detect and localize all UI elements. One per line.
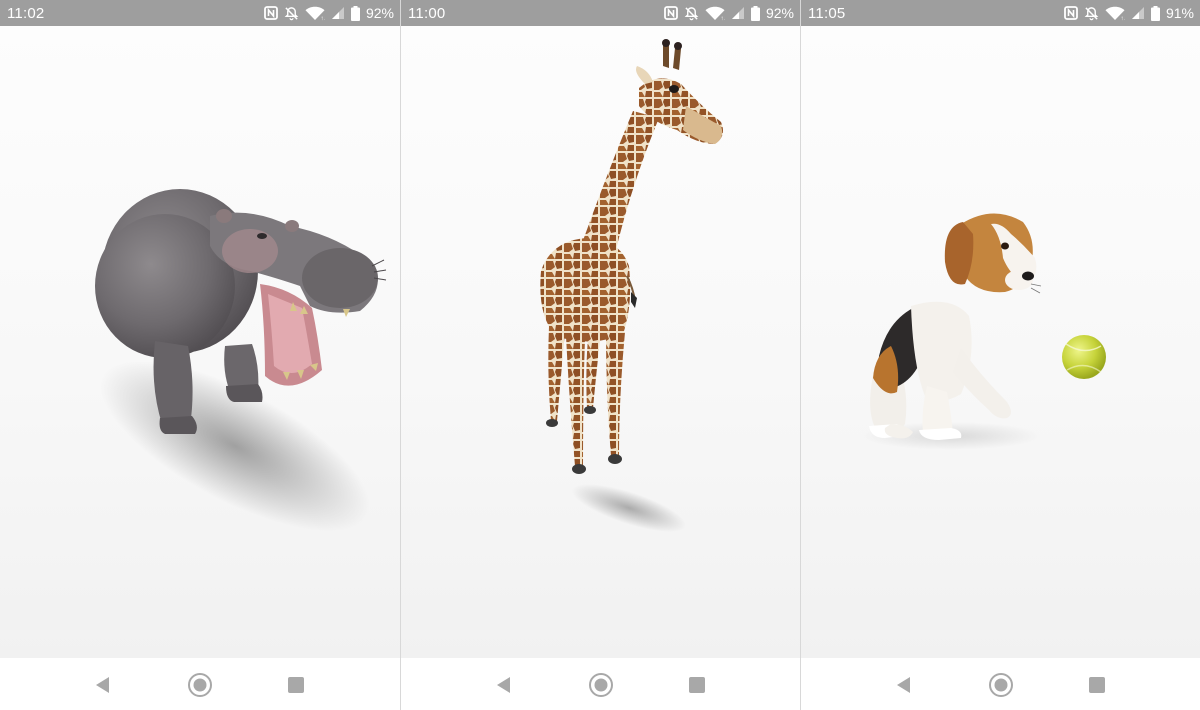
svg-text:↑↓: ↑↓	[1120, 16, 1125, 21]
nfc-icon	[264, 6, 278, 20]
navigation-bar	[401, 658, 800, 710]
three-phone-screens: 11:02 ↑↓ 92% 11:00 ↑ 92% 11:05 ↑ 91%	[0, 0, 1200, 710]
back-icon[interactable]	[891, 672, 917, 698]
notifications-off-icon	[1084, 6, 1099, 21]
recents-icon[interactable]	[684, 672, 710, 698]
battery-percentage: 92%	[765, 5, 794, 21]
signal-icon	[331, 6, 345, 20]
tennis-ball[interactable]	[1062, 335, 1106, 379]
nfc-icon	[664, 6, 678, 20]
status-time: 11:02	[7, 4, 45, 22]
hippo-model[interactable]	[0, 26, 400, 658]
status-time: 11:00	[408, 4, 446, 22]
battery-icon	[1150, 5, 1160, 21]
notifications-off-icon	[284, 6, 299, 21]
wifi-icon: ↑↓	[305, 6, 325, 21]
recents-icon[interactable]	[283, 672, 309, 698]
notifications-off-icon	[684, 6, 699, 21]
giraffe-model[interactable]	[401, 26, 800, 658]
nfc-icon	[1064, 6, 1078, 20]
battery-icon	[750, 5, 760, 21]
status-bar: 11:05 ↑↓ 91%	[801, 0, 1200, 26]
beagle-model[interactable]	[801, 26, 1200, 658]
svg-text:↑↓: ↑↓	[720, 16, 725, 21]
home-icon[interactable]	[588, 672, 614, 698]
status-icons: ↑↓ 92%	[264, 5, 394, 21]
back-icon[interactable]	[491, 672, 517, 698]
phone-screen-beagle: 11:05 ↑↓ 91%	[800, 0, 1200, 710]
svg-text:↑↓: ↑↓	[320, 16, 325, 21]
home-icon[interactable]	[187, 672, 213, 698]
back-icon[interactable]	[90, 672, 116, 698]
navigation-bar	[801, 658, 1200, 710]
battery-percentage: 92%	[365, 5, 394, 21]
battery-percentage: 91%	[1165, 5, 1194, 21]
phone-screen-hippo: 11:02 ↑↓ 92%	[0, 0, 400, 710]
status-time: 11:05	[808, 4, 846, 22]
navigation-bar	[0, 658, 400, 710]
phone-screen-giraffe: 11:00 ↑↓ 92%	[400, 0, 800, 710]
status-icons: ↑↓ 92%	[664, 5, 794, 21]
status-bar: 11:02 ↑↓ 92%	[0, 0, 400, 26]
ar-viewer-scene[interactable]	[0, 26, 400, 659]
status-bar: 11:00 ↑↓ 92%	[401, 0, 800, 26]
wifi-icon: ↑↓	[1105, 6, 1125, 21]
battery-icon	[350, 5, 360, 21]
wifi-icon: ↑↓	[705, 6, 725, 21]
recents-icon[interactable]	[1084, 672, 1110, 698]
ar-viewer-scene[interactable]	[801, 26, 1200, 659]
signal-icon	[1131, 6, 1145, 20]
home-icon[interactable]	[988, 672, 1014, 698]
signal-icon	[731, 6, 745, 20]
ar-viewer-scene[interactable]	[401, 26, 800, 659]
status-icons: ↑↓ 91%	[1064, 5, 1194, 21]
